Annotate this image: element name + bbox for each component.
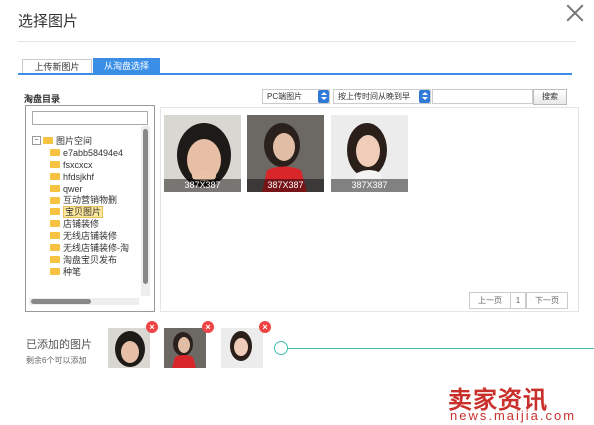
tree-list: − 图片空间 e7abb58494e4 fsxcxcx hfdsjkhf qwer… (32, 135, 129, 278)
tree-item[interactable]: e7abb58494e4 (32, 147, 129, 159)
header-divider (18, 41, 576, 42)
collapse-icon[interactable]: − (32, 136, 41, 146)
remove-image-icon[interactable]: × (146, 321, 158, 333)
tree-root[interactable]: − 图片空间 (32, 135, 129, 147)
tab-select-from-taopan[interactable]: 从淘盘选择 (93, 58, 160, 74)
photo-woman-red-top (164, 328, 206, 368)
folder-icon (50, 196, 60, 204)
tree-item[interactable]: 无线店铺装修-淘 (32, 242, 129, 254)
source-select[interactable]: PC端图片 (262, 89, 330, 104)
keyword-input[interactable] (432, 89, 533, 104)
image-size-label: 387X387 (247, 179, 324, 192)
folder-icon (50, 208, 60, 216)
tree-item[interactable]: 种笔 (32, 266, 129, 278)
tab-upload-new[interactable]: 上传新图片 (22, 59, 92, 74)
current-page[interactable]: 1 (510, 292, 526, 309)
image-size-label: 387X387 (331, 179, 408, 192)
tab-underline (18, 73, 572, 75)
sort-select[interactable]: 按上传时间从晚到早 (333, 89, 431, 104)
scrollbar-thumb[interactable] (31, 299, 91, 304)
next-page-button[interactable]: 下一页 (526, 292, 568, 309)
slider-track[interactable] (288, 348, 594, 349)
tree-item[interactable]: hfdsjkhf (32, 171, 129, 183)
photo-woman-surprised (108, 328, 150, 368)
image-thumbnail[interactable]: 387X387 (247, 115, 324, 192)
select-arrow-icon (419, 90, 430, 103)
tree-item-selected[interactable]: 宝贝图片 (32, 206, 129, 219)
folder-icon (50, 267, 60, 275)
folder-icon (50, 220, 60, 228)
watermark-url: news.maijia.com (450, 408, 577, 423)
folder-icon (50, 160, 60, 168)
tree-item[interactable]: 无线店铺装修 (32, 230, 129, 242)
folder-icon (50, 232, 60, 240)
search-button[interactable]: 搜索 (533, 89, 567, 105)
remaining-count-text: 剩余6个可以添加 (26, 356, 87, 365)
dialog-title: 选择图片 (18, 13, 79, 30)
added-images-label: 已添加的图片 (26, 339, 92, 351)
tree-search-input[interactable] (32, 111, 148, 125)
photo-woman-hand-chin (221, 328, 263, 368)
select-arrow-icon (318, 90, 329, 103)
added-image[interactable] (108, 328, 150, 368)
tree-item[interactable]: fsxcxcx (32, 159, 129, 171)
tree-vertical-scrollbar[interactable] (141, 126, 150, 296)
image-thumbnail[interactable]: 387X387 (164, 115, 241, 192)
tree-horizontal-scrollbar[interactable] (29, 298, 139, 305)
added-image[interactable] (164, 328, 206, 368)
scrollbar-thumb[interactable] (143, 129, 148, 284)
tree-item[interactable]: 店铺装修 (32, 218, 129, 230)
tree-item[interactable]: qwer (32, 183, 129, 195)
tree-item[interactable]: 淘盘宝贝发布 (32, 254, 129, 266)
slider-handle[interactable] (274, 341, 288, 355)
folder-icon (50, 184, 60, 192)
directory-label: 淘盘目录 (24, 94, 61, 104)
folder-icon (50, 256, 60, 264)
remove-image-icon[interactable]: × (202, 321, 214, 333)
folder-icon (50, 244, 60, 252)
folder-icon (43, 137, 53, 145)
tree-item[interactable]: 互动营销物删 (32, 194, 129, 206)
prev-page-button[interactable]: 上一页 (469, 292, 511, 309)
image-size-label: 387X387 (164, 179, 241, 192)
close-icon[interactable] (564, 2, 586, 24)
remove-image-icon[interactable]: × (259, 321, 271, 333)
directory-tree: − 图片空间 e7abb58494e4 fsxcxcx hfdsjkhf qwer… (25, 105, 155, 312)
added-image[interactable] (221, 328, 263, 368)
folder-icon (50, 149, 60, 157)
image-thumbnail[interactable]: 387X387 (331, 115, 408, 192)
folder-icon (50, 172, 60, 180)
